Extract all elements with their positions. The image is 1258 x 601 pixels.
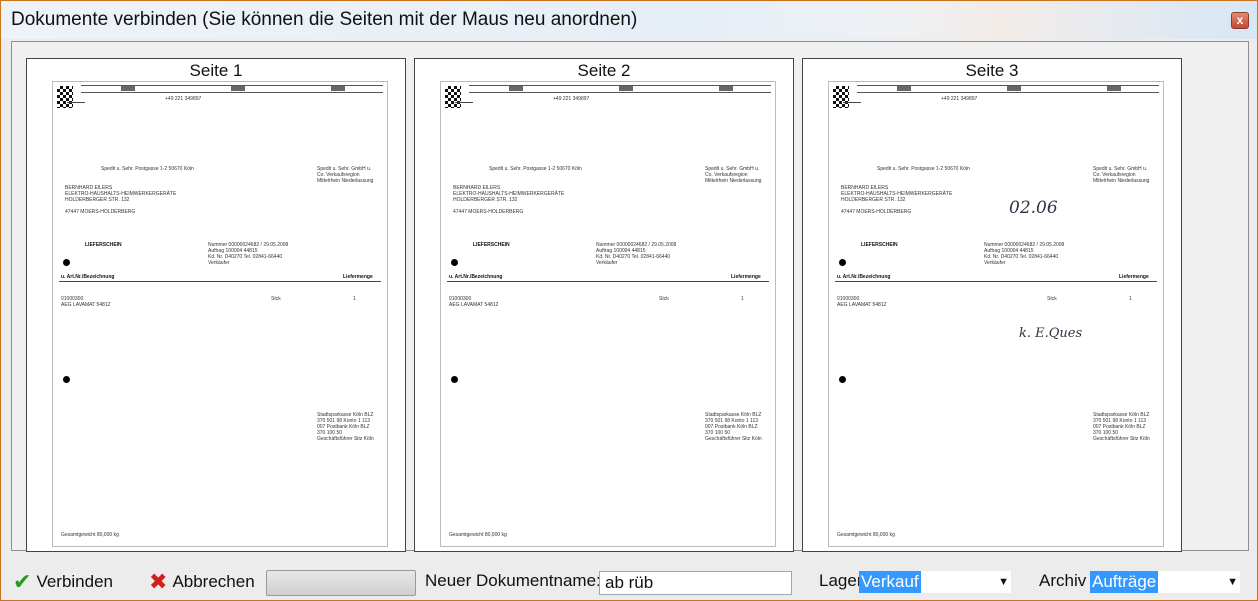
doc-recipient-3: HOLDERBERGER STR. 132 [65,197,130,203]
doc-footer: Gesamtgewicht 80,000 kg [837,532,895,538]
lager-selected-value: Verkauf [859,571,921,593]
archiv-select[interactable]: Aufträge ▼ [1090,571,1240,593]
doc-meta-4: Verkäufer [208,260,230,266]
cancel-button-label: Abbrechen [172,572,255,591]
checkmark-icon: ✔ [13,569,32,594]
doc-sender-line: Spedit u. Sehr. Postgasse 1-2 50670 Köln [489,166,582,172]
barcode-icon [57,86,73,108]
punch-hole [63,376,70,383]
doc-item-qty: 1 [741,296,744,302]
archiv-label: Archiv [1039,571,1087,590]
doc-bank-info: Stadtsparkasse Köln BLZ 370 501 98 Konto… [317,412,374,442]
doc-col-left: u. Art.Nr./Bezeichnung [837,274,891,280]
doc-recipient-3: HOLDERBERGER STR. 132 [453,197,518,203]
barcode-icon [445,86,461,108]
doc-meta-4: Verkäufer [596,260,618,266]
doc-divider [59,281,381,282]
cross-icon: ✖ [149,569,168,594]
barcode-icon [833,86,849,108]
merge-button-label: Verbinden [36,572,114,591]
doc-item-2: AEG LAVAMAT 54812 [61,302,111,308]
document-preview: +49 221 349897 Spedit u. Sehr. Postgasse… [828,81,1164,547]
docname-label: Neuer Dokumentname: [425,571,601,590]
document-header-strip [81,85,383,93]
doc-recipient-3: HOLDERBERGER STR. 132 [841,197,906,203]
doc-sender-line: Spedit u. Sehr. Postgasse 1-2 50670 Köln [877,166,970,172]
doc-type: LIEFERSCHEIN [473,242,510,248]
doc-type: LIEFERSCHEIN [85,242,122,248]
document-header-strip [857,85,1159,93]
document-header-strip [469,85,771,93]
doc-item-unit: Stck [271,296,281,302]
page-thumbnail-2[interactable]: Seite 2 +49 221 349897 Spedit u. Sehr. P… [414,58,794,552]
doc-recipient-4: 47447 MOERS-HOLDERBERG [841,209,912,215]
doc-item-qty: 1 [1129,296,1132,302]
merge-button[interactable]: ✔ Verbinden [13,569,113,595]
archiv-selected-value: Aufträge [1090,571,1159,593]
doc-footer: Gesamtgewicht 80,000 kg [449,532,507,538]
page-label: Seite 3 [965,61,1019,80]
chevron-down-icon[interactable]: ▼ [998,576,1009,588]
docname-input[interactable]: ab rüb [599,571,792,595]
doc-phone: +49 221 349897 [941,96,978,102]
doc-type: LIEFERSCHEIN [861,242,898,248]
doc-side-info: Spedit u. Sehr. GmbH u. Co. Verkaufsregi… [1093,166,1150,184]
doc-bank-info: Stadtsparkasse Köln BLZ 370 501 98 Konto… [1093,412,1150,442]
window-title: Dokumente verbinden (Sie können die Seit… [11,9,638,30]
doc-item-qty: 1 [353,296,356,302]
doc-col-right: Liefermenge [1119,274,1149,280]
doc-bank-info: Stadtsparkasse Köln BLZ 370 501 98 Konto… [705,412,762,442]
lager-select[interactable]: Verkauf ▼ [859,571,1011,593]
page-label: Seite 1 [189,61,243,80]
close-button[interactable]: x [1231,12,1249,29]
doc-side-info: Spedit u. Sehr. GmbH u. Co. Verkaufsregi… [705,166,762,184]
title-bar[interactable]: Dokumente verbinden (Sie können die Seit… [1,1,1257,39]
doc-footer: Gesamtgewicht 80,000 kg [61,532,119,538]
cancel-button[interactable]: ✖ Abbrechen [149,569,255,595]
page-label: Seite 2 [577,61,631,80]
doc-recipient-4: 47447 MOERS-HOLDERBERG [453,209,524,215]
doc-col-right: Liefermenge [343,274,373,280]
handwritten-signature: k. E.Ques [1019,326,1083,341]
doc-item-2: AEG LAVAMAT 54812 [837,302,887,308]
chevron-down-icon[interactable]: ▼ [1227,576,1238,588]
close-icon: x [1236,13,1244,27]
doc-recipient-4: 47447 MOERS-HOLDERBERG [65,209,136,215]
progress-bar [266,570,416,596]
doc-item-unit: Stck [659,296,669,302]
doc-mark [67,102,85,103]
pages-area: Seite 1 +49 221 349897 Spedit u. Sehr. P… [11,41,1249,552]
doc-col-left: u. Art.Nr./Bezeichnung [61,274,115,280]
doc-mark [455,102,473,103]
punch-hole [839,259,846,266]
doc-phone: +49 221 349897 [553,96,590,102]
doc-col-left: u. Art.Nr./Bezeichnung [449,274,503,280]
doc-phone: +49 221 349897 [165,96,202,102]
punch-hole [839,376,846,383]
doc-divider [835,281,1157,282]
merge-documents-dialog: Dokumente verbinden (Sie können die Seit… [0,0,1258,601]
punch-hole [451,259,458,266]
punch-hole [451,376,458,383]
document-preview: +49 221 349897 Spedit u. Sehr. Postgasse… [440,81,776,547]
handwritten-date: 02.06 [1009,198,1058,218]
doc-col-right: Liefermenge [731,274,761,280]
doc-meta-4: Verkäufer [984,260,1006,266]
doc-item-unit: Stck [1047,296,1057,302]
page-thumbnail-1[interactable]: Seite 1 +49 221 349897 Spedit u. Sehr. P… [26,58,406,552]
doc-divider [447,281,769,282]
document-preview: +49 221 349897 Spedit u. Sehr. Postgasse… [52,81,388,547]
doc-side-info: Spedit u. Sehr. GmbH u. Co. Verkaufsregi… [317,166,374,184]
bottom-toolbar: ✔ Verbinden ✖ Abbrechen Neuer Dokumentna… [1,563,1257,600]
doc-sender-line: Spedit u. Sehr. Postgasse 1-2 50670 Köln [101,166,194,172]
doc-item-2: AEG LAVAMAT 54812 [449,302,499,308]
doc-mark [843,102,861,103]
punch-hole [63,259,70,266]
page-thumbnail-3[interactable]: Seite 3 +49 221 349897 Spedit u. Sehr. P… [802,58,1182,552]
